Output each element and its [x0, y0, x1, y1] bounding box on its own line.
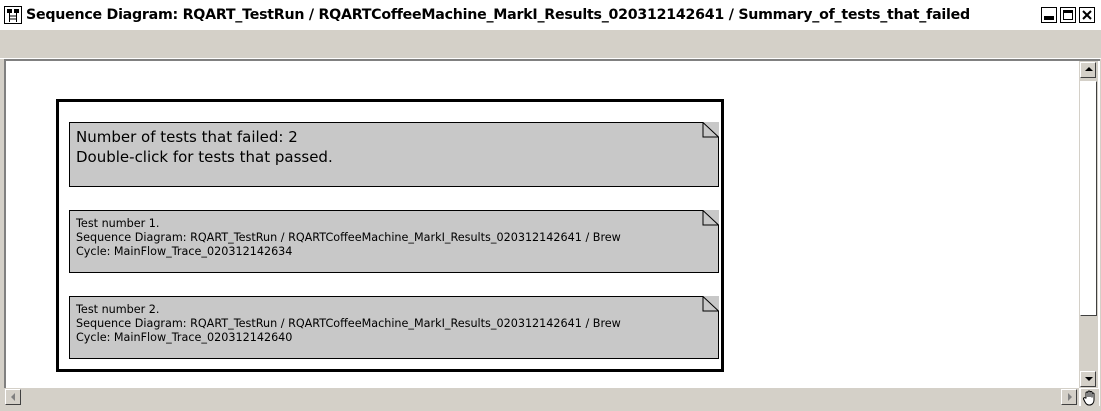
vertical-scroll-thumb[interactable] — [1080, 81, 1097, 316]
summary-text: Number of tests that failed: 2 Double-cl… — [76, 127, 333, 167]
hand-pan-icon[interactable] — [1081, 389, 1099, 407]
summary-note[interactable]: Number of tests that failed: 2 Double-cl… — [69, 122, 719, 187]
scroll-left-icon[interactable] — [5, 389, 21, 405]
test-diagram-path: Sequence Diagram: RQART_TestRun / RQARTC… — [76, 231, 621, 244]
scroll-up-icon[interactable] — [1080, 62, 1096, 78]
window-title: Sequence Diagram: RQART_TestRun / RQARTC… — [26, 7, 970, 23]
title-bar[interactable]: Sequence Diagram: RQART_TestRun / RQARTC… — [0, 0, 1101, 30]
horizontal-scrollbar[interactable] — [4, 388, 1079, 407]
test-note-1[interactable]: Test number 1. Sequence Diagram: RQART_T… — [69, 210, 719, 273]
diagram-canvas[interactable]: Number of tests that failed: 2 Double-cl… — [6, 61, 1084, 388]
test-trace: Cycle: MainFlow_Trace_020312142634 — [76, 245, 293, 258]
scroll-right-icon[interactable] — [1061, 389, 1077, 405]
sequence-diagram-window: Sequence Diagram: RQART_TestRun / RQARTC… — [0, 0, 1101, 410]
test-note-2[interactable]: Test number 2. Sequence Diagram: RQART_T… — [69, 296, 719, 359]
minimize-icon[interactable] — [1041, 7, 1057, 23]
summary-frame[interactable]: Number of tests that failed: 2 Double-cl… — [56, 99, 724, 372]
test-note-text: Test number 1. Sequence Diagram: RQART_T… — [76, 217, 621, 259]
test-trace: Cycle: MainFlow_Trace_020312142640 — [76, 331, 293, 344]
test-diagram-path: Sequence Diagram: RQART_TestRun / RQARTC… — [76, 317, 621, 330]
diagram-canvas-frame: Number of tests that failed: 2 Double-cl… — [4, 59, 1100, 406]
close-icon[interactable] — [1079, 7, 1095, 23]
scroll-down-icon[interactable] — [1080, 371, 1096, 387]
failed-count-text: Number of tests that failed: 2 — [76, 128, 298, 146]
test-number: Test number 1. — [76, 217, 160, 230]
double-click-hint: Double-click for tests that passed. — [76, 148, 333, 166]
vertical-scrollbar[interactable] — [1079, 61, 1098, 388]
test-number: Test number 2. — [76, 303, 160, 316]
app-diagram-icon[interactable] — [4, 6, 22, 24]
test-note-text: Test number 2. Sequence Diagram: RQART_T… — [76, 303, 621, 345]
toolbar-strip — [0, 30, 1101, 59]
maximize-icon[interactable] — [1060, 7, 1076, 23]
